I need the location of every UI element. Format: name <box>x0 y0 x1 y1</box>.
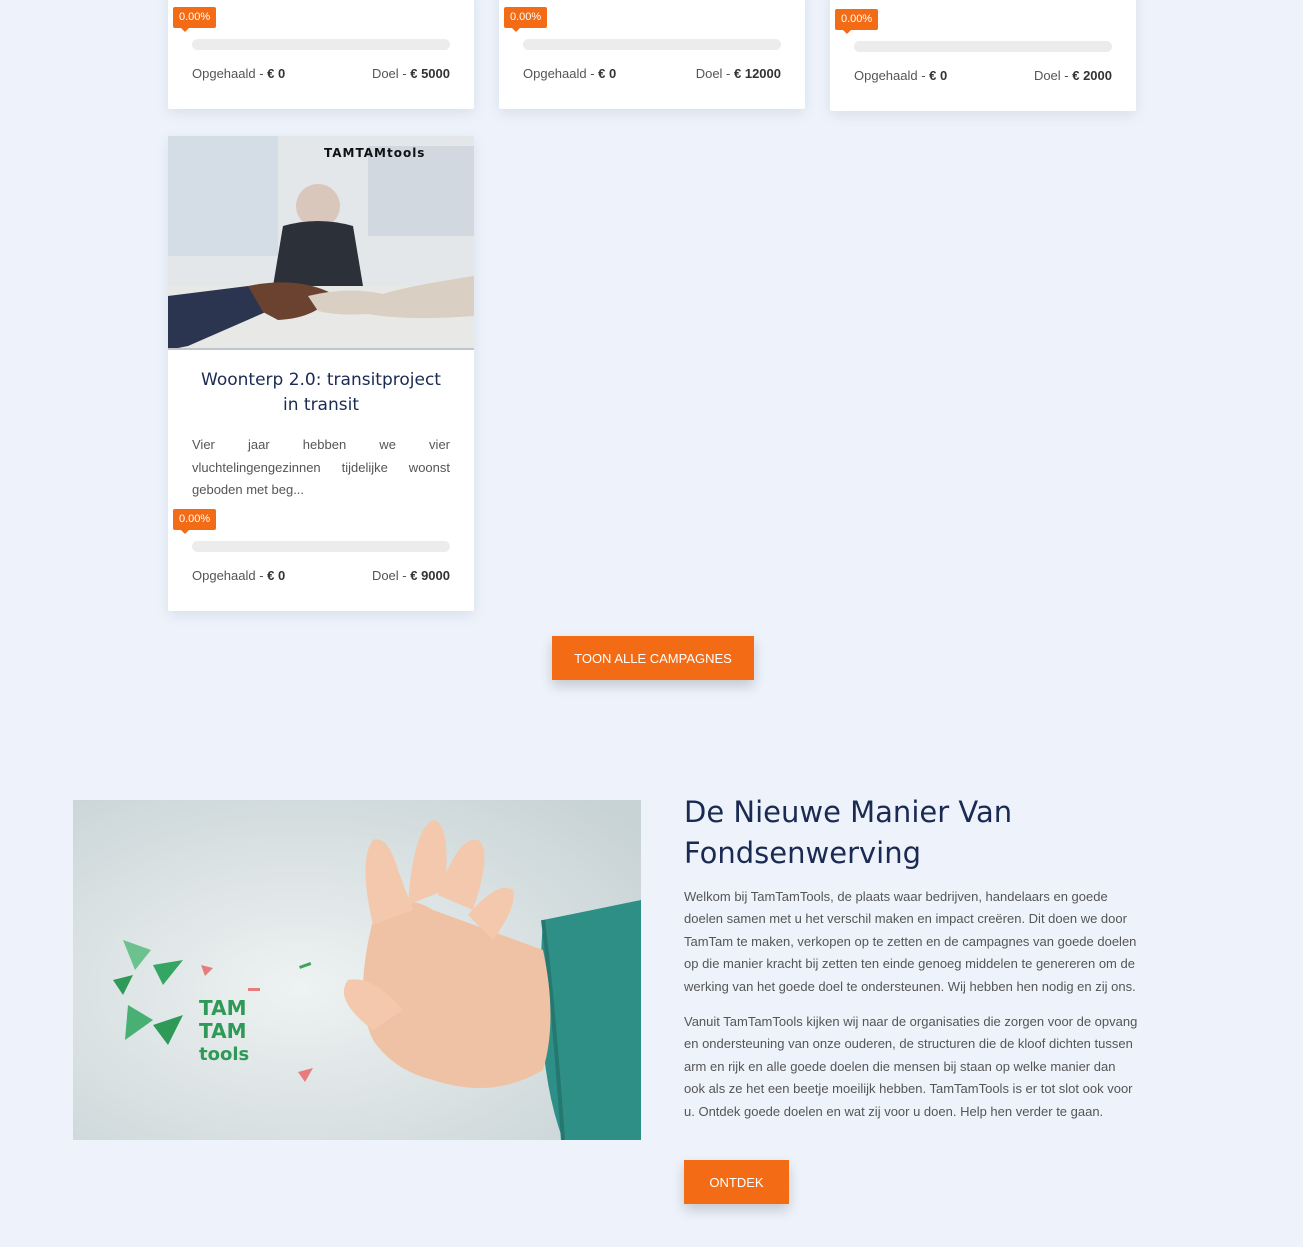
progress-badge: 0.00% <box>504 7 548 32</box>
raised-amount: Opgehaald - € 0 <box>192 66 286 81</box>
goal-amount: Doel - € 12000 <box>695 66 781 81</box>
progress-bar: 0.00% <box>173 509 450 552</box>
campaign-amounts: Opgehaald - € 0 Doel - € 5000 <box>192 66 450 81</box>
campaign-card[interactable]: 0.00% Opgehaald - € 0 Doel - € 2000 <box>830 0 1136 111</box>
progress-bar: 0.00% <box>835 9 1112 52</box>
svg-text:TAM: TAM <box>199 996 246 1020</box>
raised-amount: Opgehaald - € 0 <box>192 568 286 583</box>
discover-button[interactable]: ONTDEK <box>684 1160 789 1204</box>
progress-bar: 0.00% <box>504 7 781 50</box>
show-all-campaigns-button[interactable]: TOON ALLE CAMPAGNES <box>552 636 754 680</box>
campaign-title[interactable]: Woonterp 2.0: transitproject in transit <box>192 368 450 418</box>
about-title: De Nieuwe Manier Van Fondsenwerving <box>684 795 1013 870</box>
campaign-card[interactable]: TAMTAMtools Woonterp 2.0: transitproject… <box>168 136 474 611</box>
child-hand-photo: TAM TAM tools <box>73 800 641 1140</box>
goal-amount: Doel - € 5000 <box>371 66 450 81</box>
campaign-card[interactable]: 0.00% Opgehaald - € 0 Doel - € 12000 <box>499 0 805 109</box>
goal-amount: Doel - € 2000 <box>1033 68 1112 83</box>
progress-bar: 0.00% <box>173 7 450 50</box>
svg-text:TAMTAMtools: TAMTAMtools <box>324 146 425 160</box>
progress-badge: 0.00% <box>173 509 217 534</box>
progress-badge: 0.00% <box>173 7 217 32</box>
about-paragraph: Welkom bij TamTamTools, de plaats waar b… <box>684 889 1137 994</box>
campaign-amounts: Opgehaald - € 0 Doel - € 2000 <box>854 68 1112 83</box>
goal-amount: Doel - € 9000 <box>371 568 450 583</box>
campaign-card[interactable]: 0.00% Opgehaald - € 0 Doel - € 5000 <box>168 0 474 109</box>
about-paragraph: Vanuit TamTamTools kijken wij naar de or… <box>684 1014 1138 1119</box>
campaign-image[interactable]: TAMTAMtools <box>168 136 474 350</box>
campaign-amounts: Opgehaald - € 0 Doel - € 12000 <box>523 66 781 81</box>
svg-text:TAM: TAM <box>199 1019 246 1043</box>
campaign-excerpt: Vier jaar hebben we vier vluchtelingenge… <box>192 437 450 497</box>
svg-text:tools: tools <box>199 1044 249 1065</box>
raised-amount: Opgehaald - € 0 <box>523 66 617 81</box>
raised-amount: Opgehaald - € 0 <box>854 68 948 83</box>
about-image: TAM TAM tools <box>73 800 641 1140</box>
progress-badge: 0.00% <box>835 9 879 34</box>
handshake-photo: TAMTAMtools <box>168 136 474 348</box>
campaign-amounts: Opgehaald - € 0 Doel - € 9000 <box>192 568 450 583</box>
